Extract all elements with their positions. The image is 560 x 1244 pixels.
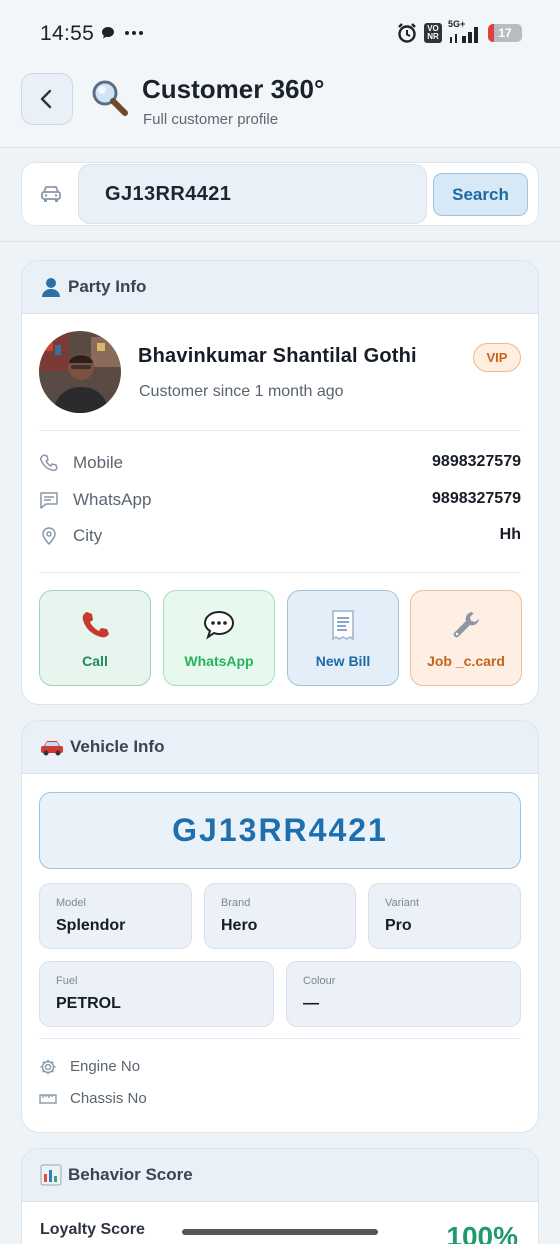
- customer-name: Bhavinkumar Shantilal Gothi: [138, 345, 417, 367]
- home-indicator[interactable]: [182, 1229, 378, 1235]
- chat-bubble-icon: [102, 27, 114, 39]
- whatsapp-button[interactable]: WhatsApp: [163, 590, 275, 686]
- page-title: Customer 360°: [142, 74, 325, 104]
- loyalty-score-value: 100%: [446, 1221, 518, 1244]
- location-pin-icon: [42, 527, 56, 546]
- brand-field: Brand Hero: [204, 883, 356, 949]
- bar-chart-icon: [40, 1164, 62, 1186]
- party-divider-top: [39, 430, 521, 431]
- wrench-icon: [453, 612, 479, 638]
- vehicle-info-header: Vehicle Info: [22, 721, 538, 774]
- city-value: Hh: [499, 526, 521, 543]
- fuel-value: PETROL: [56, 995, 121, 1012]
- telephone-icon: [82, 612, 109, 638]
- number-plate: GJ13RR4421: [39, 792, 521, 869]
- model-field: Model Splendor: [39, 883, 192, 949]
- whatsapp-row: WhatsApp 9898327579: [39, 488, 521, 514]
- variant-label: Variant: [385, 897, 420, 909]
- mobile-value[interactable]: 9898327579: [432, 453, 521, 471]
- variant-value: Pro: [385, 917, 412, 934]
- vonr-icon: VO NR: [424, 23, 442, 43]
- vehicle-info-title: Vehicle Info: [70, 737, 165, 756]
- call-label: Call: [82, 653, 108, 669]
- new-bill-button[interactable]: New Bill: [287, 590, 399, 686]
- city-label: City: [73, 526, 103, 545]
- vip-badge: VIP: [473, 343, 521, 372]
- whatsapp-action-label: WhatsApp: [184, 653, 254, 669]
- customer-since: Customer since 1 month ago: [139, 383, 344, 400]
- colour-label: Colour: [303, 975, 336, 987]
- brand-label: Brand: [221, 897, 251, 909]
- customer-360-screen: 14:55 VO NR 5G+ 17 Customer 360° Full cu…: [0, 0, 560, 1244]
- brand-value: Hero: [221, 917, 258, 934]
- model-label: Model: [56, 897, 86, 909]
- status-time: 14:55: [40, 22, 95, 45]
- mobile-row: Mobile 9898327579: [39, 451, 521, 477]
- vehicle-divider: [39, 1038, 521, 1039]
- party-info-header: Party Info: [22, 261, 538, 314]
- section-divider: [0, 241, 560, 242]
- back-button[interactable]: [21, 73, 73, 125]
- fuel-label: Fuel: [56, 975, 78, 987]
- city-row: City Hh: [39, 524, 521, 550]
- system-icons: VO NR 5G+ 17: [396, 19, 522, 44]
- battery-level: 17: [498, 26, 512, 40]
- notification-icons: [100, 25, 144, 41]
- app-header: Customer 360° Full customer profile: [0, 66, 560, 148]
- search-button[interactable]: Search: [433, 173, 528, 216]
- behavior-score-header: Behavior Score: [22, 1149, 538, 1202]
- job-card-button[interactable]: Job _c.card: [410, 590, 522, 686]
- whatsapp-label: WhatsApp: [73, 490, 152, 509]
- whatsapp-value[interactable]: 9898327579: [432, 490, 521, 508]
- battery-icon: 17: [488, 24, 522, 42]
- person-icon: [42, 278, 60, 297]
- chassis-no-label: Chassis No: [70, 1090, 147, 1107]
- party-info-card: Party Info Bhavinkumar Shantilal Gothi V…: [21, 260, 539, 705]
- status-bar: 14:55 VO NR 5G+ 17: [0, 0, 560, 66]
- chassis-no-row: Chassis No: [39, 1088, 239, 1112]
- model-value: Splendor: [56, 917, 126, 934]
- speech-bubble-icon: [203, 610, 235, 640]
- gear-icon: [40, 1059, 56, 1075]
- variant-field: Variant Pro: [368, 883, 521, 949]
- call-button[interactable]: Call: [39, 590, 151, 686]
- search-bar: Search: [21, 162, 539, 226]
- signal-icon: 5G+: [448, 19, 482, 44]
- chat-icon: [40, 492, 58, 509]
- job-card-label: Job _c.card: [427, 653, 505, 669]
- loyalty-score-label: Loyalty Score: [40, 1221, 145, 1238]
- engine-no-row: Engine No: [39, 1056, 239, 1080]
- chevron-left-icon: [40, 89, 52, 109]
- mobile-label: Mobile: [73, 453, 124, 472]
- page-subtitle: Full customer profile: [143, 111, 279, 128]
- colour-field: Colour —: [286, 961, 521, 1027]
- more-dots-icon: [125, 31, 143, 35]
- vehicle-search-input[interactable]: [78, 164, 427, 224]
- party-info-title: Party Info: [68, 277, 147, 296]
- behavior-score-title: Behavior Score: [68, 1165, 193, 1184]
- magnifier-icon: [92, 80, 128, 116]
- party-divider-bottom: [39, 572, 521, 573]
- alarm-icon: [398, 23, 416, 43]
- engine-no-label: Engine No: [70, 1058, 141, 1075]
- avatar: [39, 331, 121, 413]
- vehicle-info-card: Vehicle Info GJ13RR4421 Model Splendor B…: [21, 720, 539, 1133]
- fuel-field: Fuel PETROL: [39, 961, 274, 1027]
- receipt-icon: [332, 610, 354, 641]
- phone-icon: [40, 454, 58, 472]
- colour-value: —: [303, 995, 319, 1012]
- car-emoji-icon: [41, 741, 63, 756]
- ruler-icon: [39, 1094, 57, 1104]
- car-icon: [41, 186, 61, 202]
- new-bill-label: New Bill: [315, 653, 371, 669]
